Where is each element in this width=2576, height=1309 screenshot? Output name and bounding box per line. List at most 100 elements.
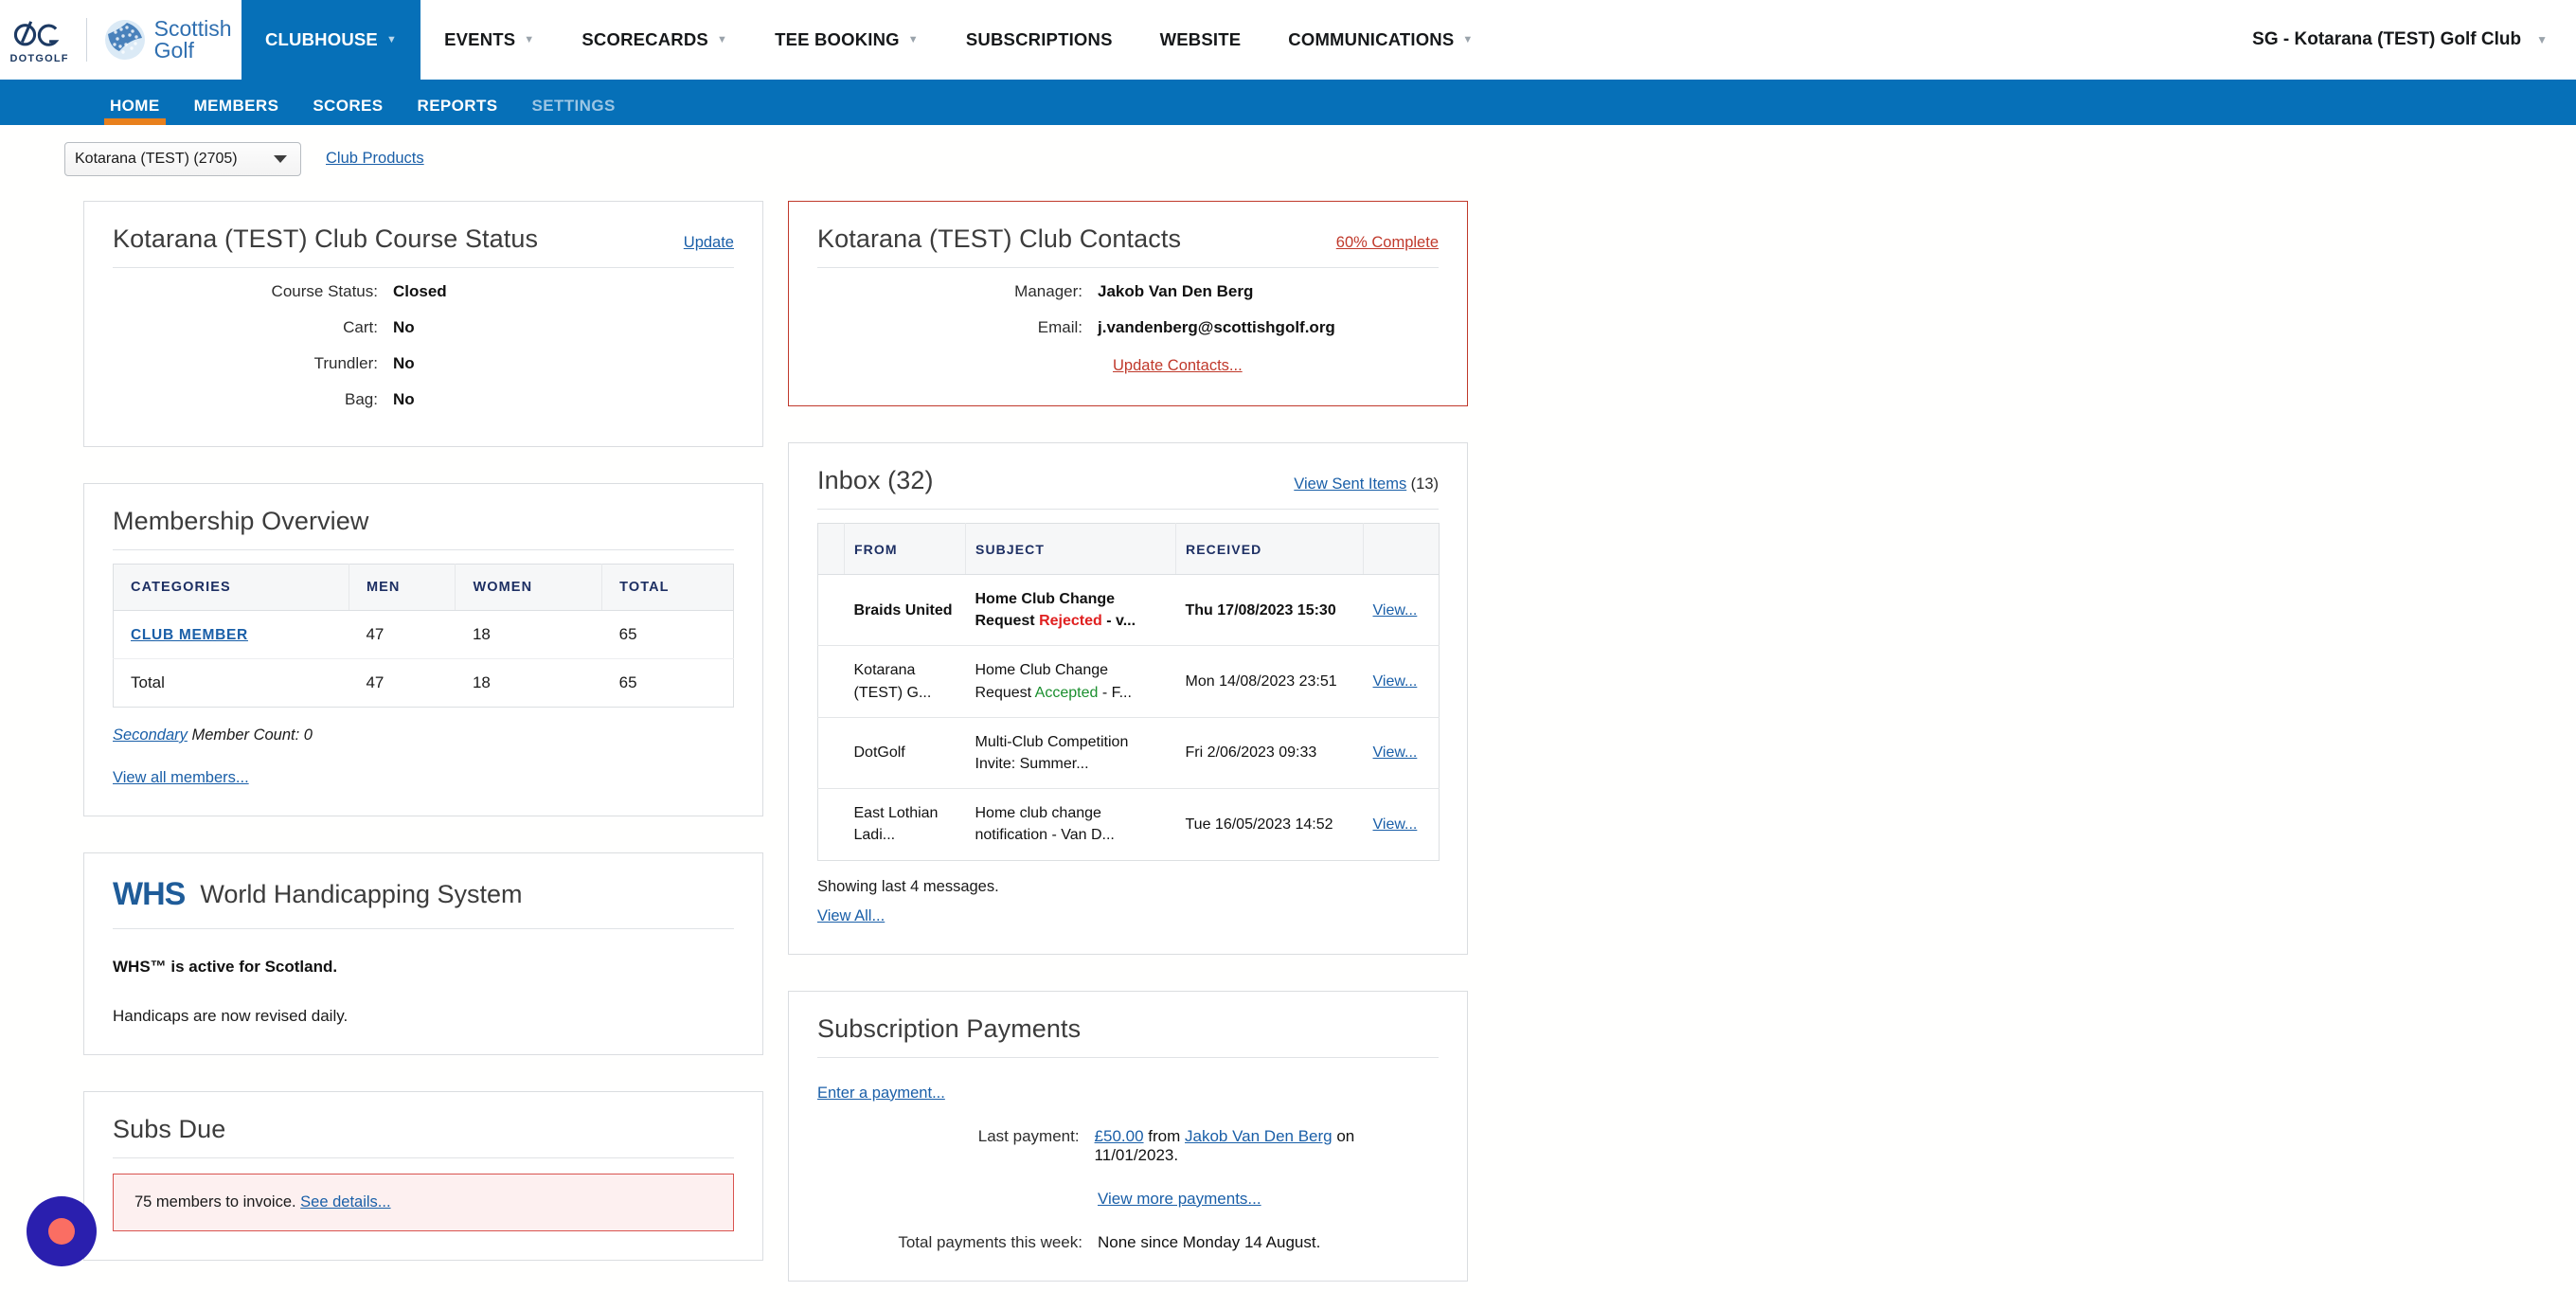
nav-item-communications[interactable]: COMMUNICATIONS ▼ <box>1264 0 1497 80</box>
table-row[interactable]: DotGolf Multi-Club Competition Invite: S… <box>817 717 1440 790</box>
nav-item-events[interactable]: EVENTS ▼ <box>420 0 559 80</box>
view-sent-items-link[interactable]: View Sent Items <box>1294 475 1406 493</box>
golf-ball-icon <box>104 20 145 60</box>
table-row[interactable]: East Lothian Ladi... Home club change no… <box>818 789 1440 860</box>
subs-due-details-link[interactable]: See details... <box>300 1193 390 1210</box>
view-more-payments-row: View more payments... <box>817 1165 1439 1209</box>
view-more-payments-link[interactable]: View more payments... <box>1098 1190 1261 1208</box>
view-message-link[interactable]: View... <box>1373 673 1418 690</box>
dotgolf-logo[interactable]: DOTGOLF <box>10 16 69 64</box>
club-select-value: Kotarana (TEST) (2705) <box>75 150 238 167</box>
chevron-down-icon <box>274 154 287 163</box>
subnav-item-members[interactable]: MEMBERS <box>177 98 296 125</box>
account-club-name: SG - Kotarana (TEST) Golf Club <box>2252 29 2522 49</box>
nav-label-clubhouse: CLUBHOUSE <box>265 29 378 49</box>
chat-widget-button[interactable] <box>27 1196 97 1266</box>
column-header-categories: CATEGORIES <box>113 564 349 611</box>
right-column: Kotarana (TEST) Club Contacts 60% Comple… <box>788 201 1468 1282</box>
whs-card: WHS World Handicapping System WHS™ is ac… <box>83 852 763 1055</box>
secondary-link[interactable]: Secondary <box>113 726 188 744</box>
table-header-row: CATEGORIES MEN WOMEN TOTAL <box>113 564 734 611</box>
secondary-count-text: Member Count: 0 <box>187 726 313 744</box>
subnav-item-settings[interactable]: SETTINGS <box>515 98 633 125</box>
chat-widget-inner-dot <box>48 1218 75 1245</box>
nav-item-scorecards[interactable]: SCORECARDS ▼ <box>558 0 752 80</box>
manager-value: Jakob Van Den Berg <box>1098 282 1254 300</box>
total-week-row: Total payments this week: None since Mon… <box>817 1209 1439 1252</box>
cell-men: 47 <box>349 610 456 659</box>
cart-row: Cart: No <box>113 310 734 346</box>
view-all-members-link[interactable]: View all members... <box>113 744 249 787</box>
course-status-update-link[interactable]: Update <box>684 234 734 252</box>
chevron-down-icon: ▼ <box>716 33 728 45</box>
inbox-view-all-link[interactable]: View All... <box>817 896 885 925</box>
whs-title: World Handicapping System <box>200 880 523 908</box>
cell-total: 65 <box>601 610 734 659</box>
total-week-label: Total payments this week: <box>898 1232 1082 1251</box>
dotgolf-mark-icon <box>13 20 60 46</box>
top-navigation-bar: DOTGOLF Scottish Golf CLUBHOUSE ▼ EVENTS… <box>0 0 2576 80</box>
view-message-link[interactable]: View... <box>1373 602 1418 619</box>
subnav-label-scores: SCORES <box>313 97 384 115</box>
cell-blank <box>817 645 845 718</box>
inbox-header-right: View Sent Items (13) <box>1294 475 1439 493</box>
nav-label-website: WEBSITE <box>1159 29 1242 49</box>
nav-item-website[interactable]: WEBSITE <box>1136 0 1265 80</box>
divider <box>817 509 1439 510</box>
cart-value: No <box>393 318 415 336</box>
bag-label: Bag: <box>345 390 378 408</box>
cell-received: Tue 16/05/2023 14:52 <box>1185 816 1333 833</box>
course-status-row: Course Status: Closed <box>113 274 734 310</box>
payer-link[interactable]: Jakob Van Den Berg <box>1185 1127 1333 1145</box>
nav-item-tee-booking[interactable]: TEE BOOKING ▼ <box>751 0 942 80</box>
payment-amount-link[interactable]: £50.00 <box>1095 1127 1144 1145</box>
subs-due-card: Subs Due 75 members to invoice. See deta… <box>83 1091 763 1261</box>
scottish-golf-logo[interactable]: Scottish Golf <box>104 17 232 63</box>
main-menu: CLUBHOUSE ▼ EVENTS ▼ SCORECARDS ▼ TEE BO… <box>242 0 2576 80</box>
subnav-label-home: HOME <box>110 97 160 115</box>
category-club-member-link[interactable]: CLUB MEMBER <box>131 627 248 643</box>
inbox-header: Inbox (32) View Sent Items (13) <box>817 466 1439 509</box>
secondary-navigation-bar: HOME MEMBERS SCORES REPORTS SETTINGS <box>0 80 2576 125</box>
club-select-dropdown[interactable]: Kotarana (TEST) (2705) <box>64 141 301 176</box>
club-products-link[interactable]: Club Products <box>326 150 424 168</box>
subscription-payments-header: Subscription Payments <box>817 1014 1439 1057</box>
cell-from: Braids United <box>844 574 966 647</box>
table-row: CLUB MEMBER 47 18 65 <box>113 610 734 659</box>
last-payment-value: £50.00 from Jakob Van Den Berg on 11/01/… <box>1095 1127 1439 1165</box>
nav-item-subscriptions[interactable]: SUBSCRIPTIONS <box>941 0 1136 80</box>
cell-subject: Home Club Change Request Rejected - v... <box>965 574 1176 647</box>
whs-logo: WHS <box>113 876 186 912</box>
view-message-link[interactable]: View... <box>1373 744 1418 761</box>
last-payment-row: Last payment: £50.00 from Jakob Van Den … <box>817 1103 1439 1165</box>
column-header-blank <box>817 523 845 575</box>
subs-due-alert: 75 members to invoice. See details... <box>113 1174 734 1231</box>
table-row[interactable]: Kotarana (TEST) G... Home Club Change Re… <box>817 645 1440 718</box>
nav-item-clubhouse[interactable]: CLUBHOUSE ▼ <box>242 0 421 80</box>
enter-payment-link[interactable]: Enter a payment... <box>817 1064 945 1103</box>
cell-category-total: Total <box>131 673 165 691</box>
subnav-item-scores[interactable]: SCORES <box>295 98 400 125</box>
logo-divider <box>85 18 87 62</box>
cell-total: 65 <box>618 673 637 691</box>
table-row[interactable]: Braids United Home Club Change Request R… <box>817 574 1440 647</box>
table-header-row: FROM SUBJECT RECEIVED <box>817 523 1440 575</box>
course-status-header: Kotarana (TEST) Club Course Status Updat… <box>113 224 734 267</box>
whs-header: WHS World Handicapping System <box>113 876 734 928</box>
bag-row: Bag: No <box>113 382 734 418</box>
divider <box>817 1056 1439 1058</box>
subnav-item-home[interactable]: HOME <box>93 98 177 125</box>
divider <box>113 928 734 929</box>
cell-blank <box>817 717 845 790</box>
subnav-label-settings: SETTINGS <box>531 97 616 115</box>
column-header-from: FROM <box>844 523 966 575</box>
update-contacts-link[interactable]: Update Contacts... <box>1113 357 1243 375</box>
cell-received: Thu 17/08/2023 15:30 <box>1175 574 1364 647</box>
view-message-link[interactable]: View... <box>1373 816 1418 833</box>
club-contacts-completion-link[interactable]: 60% Complete <box>1336 234 1439 252</box>
subnav-item-reports[interactable]: REPORTS <box>401 98 515 125</box>
course-status-value: Closed <box>393 282 447 300</box>
account-menu[interactable]: SG - Kotarana (TEST) Golf Club ▼ <box>2252 0 2576 80</box>
sg-line-2: Golf <box>153 38 194 63</box>
